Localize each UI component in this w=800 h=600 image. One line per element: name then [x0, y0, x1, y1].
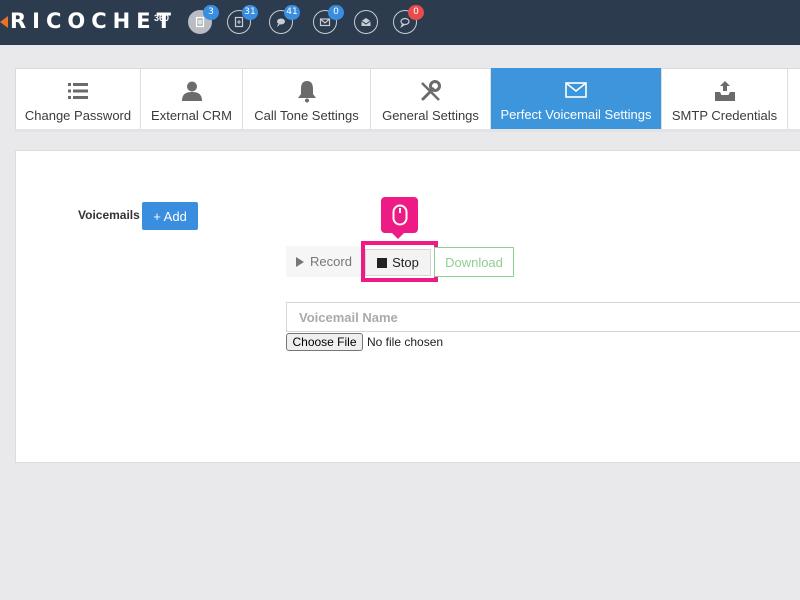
mail-icon[interactable]: 0 [313, 5, 344, 34]
tab-label: General Settings [382, 108, 479, 123]
chat-icon[interactable]: 41 [269, 5, 300, 34]
play-icon [296, 256, 305, 267]
click-indicator-arrow [392, 233, 404, 239]
tab-perfect-voicemail-settings[interactable]: Perfect Voicemail Settings [491, 68, 662, 132]
documents-icon[interactable]: 3 [188, 5, 219, 34]
add-voicemail-button[interactable]: + Add [142, 202, 198, 230]
list-icon [68, 83, 88, 99]
comment-icon[interactable]: 0 [393, 5, 424, 34]
click-highlight [361, 241, 438, 282]
tab-external-crm[interactable]: External CRM [141, 69, 243, 131]
plus-doc-icon[interactable]: 31 [227, 5, 258, 34]
tab-general-settings[interactable]: General Settings [371, 69, 491, 131]
tabs-divider [15, 129, 800, 132]
tab-label: External CRM [151, 108, 232, 123]
download-button[interactable]: Download [434, 247, 514, 277]
tab-call-tone-settings[interactable]: Call Tone Settings [243, 69, 371, 131]
inbox-upload-icon [714, 81, 735, 101]
open-mail-icon[interactable] [354, 10, 378, 34]
voicemails-label: Voicemails [78, 208, 140, 222]
file-status-text: No file chosen [367, 335, 444, 349]
tab-label: Call Tone Settings [254, 108, 359, 123]
mouse-icon [392, 204, 407, 226]
voicemail-name-input[interactable] [286, 302, 800, 332]
tab-label: SMTP Credentials [671, 108, 778, 123]
user-icon [181, 81, 202, 101]
settings-tabs: Change Password External CRM Call Tone S… [15, 68, 800, 132]
tab-smtp-credentials[interactable]: SMTP Credentials [662, 69, 788, 131]
chat-badge: 41 [284, 5, 300, 20]
choose-file-button[interactable]: Choose File [286, 333, 363, 351]
mail-badge: 0 [328, 5, 344, 20]
bell-icon [297, 81, 316, 103]
tab-label: Change Password [24, 108, 132, 123]
comment-badge: 0 [408, 5, 424, 20]
envelope-icon [565, 82, 587, 98]
click-indicator [381, 197, 418, 233]
record-label: Record [310, 254, 352, 269]
documents-badge: 3 [203, 5, 219, 20]
logo-mark-icon [0, 16, 8, 28]
record-button[interactable]: Record [286, 246, 362, 277]
app-logo-superscript: 360 [154, 13, 170, 23]
app-logo[interactable]: RICOCHET [10, 9, 177, 33]
tab-change-password[interactable]: Change Password [16, 69, 141, 131]
top-bar: RICOCHET 360 3 31 41 0 0 [0, 0, 800, 45]
tab-label: Perfect Voicemail Settings [500, 107, 652, 122]
wrench-icon [420, 80, 441, 101]
plus-doc-badge: 31 [242, 5, 258, 20]
